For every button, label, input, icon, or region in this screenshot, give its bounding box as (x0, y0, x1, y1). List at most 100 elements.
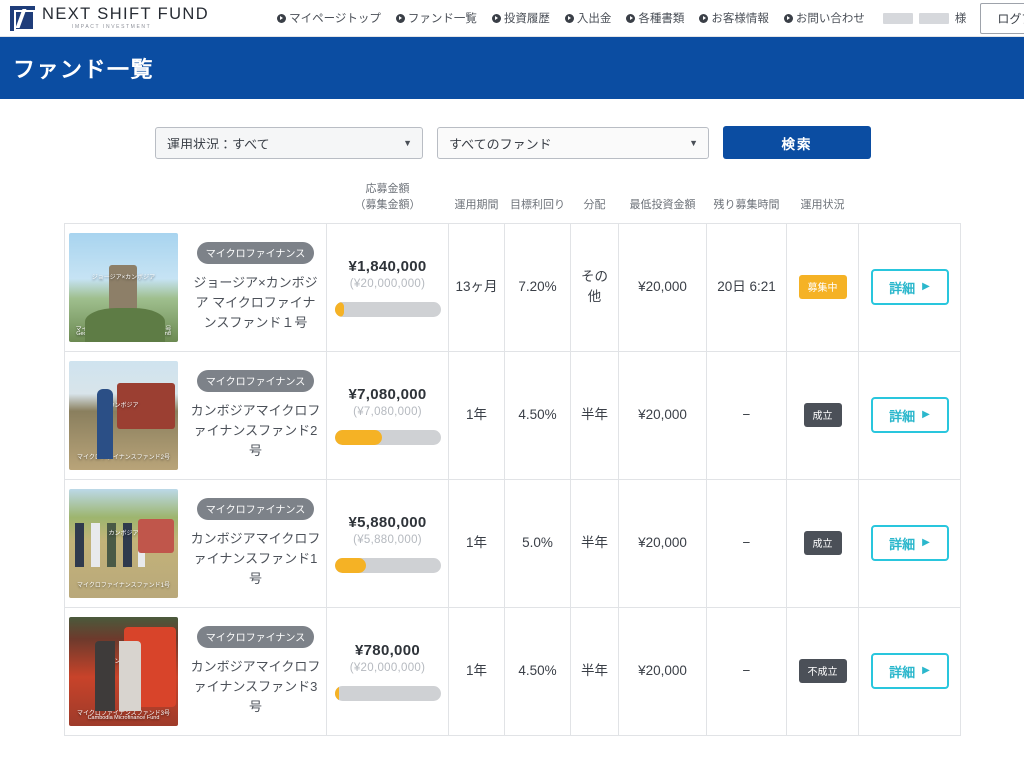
thumb-caption-main: カンボジア (108, 403, 139, 410)
yield-cell: 4.50% (504, 350, 571, 480)
status-filter-select[interactable]: 運用状況：すべて (155, 126, 423, 159)
nav-item-contact[interactable]: お問い合わせ (783, 10, 865, 26)
min-invest-cell: ¥20,000 (618, 478, 707, 608)
fund-info-cell: ジョージア×カンボジア マイクロファイナンスファンド１号 Georgia×Cam… (64, 222, 327, 352)
logo-wordmark: NEXT SHIFT FUND (42, 4, 210, 23)
site-logo[interactable]: NEXT SHIFT FUND IMPACT INVESTMENT (10, 4, 210, 31)
nav-item-documents[interactable]: 各種書類 (626, 10, 684, 26)
nav-item-mypage-top[interactable]: マイページトップ (277, 10, 381, 26)
nav-label: お客様情報 (711, 13, 769, 25)
detail-label: 詳細 (889, 408, 916, 424)
period-cell: 13ヶ月 (448, 222, 505, 352)
distribution-cell: その他 (570, 222, 619, 352)
detail-label: 詳細 (889, 664, 916, 680)
nav-item-deposit-withdraw[interactable]: 入出金 (564, 10, 612, 26)
nav-label: 投資履歴 (503, 13, 550, 25)
detail-button[interactable]: 詳細 ▶ (870, 525, 949, 562)
min-invest-cell: ¥20,000 (618, 222, 707, 352)
col-header-status: 運用状況 (800, 198, 845, 211)
fund-info-cell: カンボジア マイクロファイナンスファンド2号 マイクロファイナンス カンボジアマ… (64, 350, 327, 480)
action-cell: 詳細 ▶ (858, 222, 961, 352)
period-cell: 1年 (448, 478, 505, 608)
redacted-givenname (918, 12, 949, 24)
detail-button[interactable]: 詳細 ▶ (870, 653, 949, 690)
page-title-banner: ファンド一覧 (0, 36, 1024, 99)
status-badge: 成立 (803, 403, 842, 428)
logout-button[interactable]: ログアウト (980, 2, 1024, 34)
funding-progress-bar (334, 557, 441, 573)
play-arrow-icon: ▶ (922, 281, 930, 293)
detail-button[interactable]: 詳細 ▶ (870, 269, 949, 306)
time-left-cell: 20日 6:21 (706, 222, 787, 352)
nav-label: 各種書類 (638, 13, 685, 25)
fund-info-cell: カンボジア マイクロファイナンスファンド1号 マイクロファイナンス カンボジアマ… (64, 478, 327, 608)
site-header: NEXT SHIFT FUND IMPACT INVESTMENT マイページト… (0, 0, 1024, 36)
page-title: ファンド一覧 (13, 57, 155, 82)
status-badge: 不成立 (798, 659, 847, 684)
search-button[interactable]: 検索 (723, 126, 871, 159)
logo-tagline: IMPACT INVESTMENT (72, 24, 152, 31)
nav-item-customer-info[interactable]: お客様情報 (699, 10, 769, 26)
fund-table-body: ジョージア×カンボジア マイクロファイナンスファンド１号 Georgia×Cam… (64, 222, 961, 736)
fund-thumbnail: カンボジア マイクロファイナンスファンド3号 Cambodia Microfin… (69, 616, 178, 726)
raised-amount: ¥5,880,000 (348, 513, 427, 531)
thumb-caption-main: ジョージア×カンボジア (91, 275, 156, 282)
nav-label: ファンド一覧 (407, 13, 477, 25)
category-badge: マイクロファイナンス (196, 369, 315, 392)
fund-name[interactable]: カンボジアマイクロファイナンスファンド2号 (189, 401, 322, 461)
yield-cell: 7.20% (504, 222, 571, 352)
fund-filter-select[interactable]: すべてのファンド (437, 126, 709, 159)
category-badge: マイクロファイナンス (196, 625, 315, 648)
funding-progress-bar (334, 429, 441, 445)
amount-cell: ¥5,880,000 (¥5,880,000) (326, 478, 449, 608)
play-bullet-icon (491, 13, 501, 23)
col-header-distribution: 分配 (583, 198, 606, 211)
play-arrow-icon: ▶ (922, 537, 930, 549)
thumb-caption-en: Georgia×Cambodia Microfinance Fund (76, 331, 171, 338)
play-bullet-icon (564, 13, 574, 23)
fund-name[interactable]: カンボジアマイクロファイナンスファンド3号 (189, 657, 322, 717)
time-left-cell: − (706, 606, 787, 736)
play-bullet-icon (277, 13, 287, 23)
nav-item-fund-list[interactable]: ファンド一覧 (395, 10, 477, 26)
target-amount: (¥20,000,000) (349, 661, 426, 674)
fund-info-cell: カンボジア マイクロファイナンスファンド3号 Cambodia Microfin… (64, 606, 327, 736)
target-amount: (¥5,880,000) (353, 533, 422, 546)
min-invest-cell: ¥20,000 (618, 606, 707, 736)
yield-cell: 4.50% (504, 606, 571, 736)
redacted-surname (882, 12, 913, 24)
nav-label: 入出金 (576, 13, 612, 25)
status-badge: 募集中 (798, 275, 847, 300)
col-header-amount-line1: 応募金額 (365, 183, 410, 195)
detail-label: 詳細 (889, 280, 916, 296)
status-filter-wrap: 運用状況：すべて ▼ (155, 126, 423, 159)
col-header-min-invest: 最低投資金額 (629, 198, 696, 211)
thumb-caption-sub: マイクロファイナンスファンド2号 (77, 454, 170, 461)
amount-cell: ¥780,000 (¥20,000,000) (326, 606, 449, 736)
fund-name[interactable]: カンボジアマイクロファイナンスファンド1号 (189, 529, 322, 589)
fund-thumbnail: カンボジア マイクロファイナンスファンド1号 (69, 488, 178, 598)
table-row: カンボジア マイクロファイナンスファンド2号 マイクロファイナンス カンボジアマ… (64, 350, 961, 480)
funding-progress-bar (334, 685, 441, 701)
main-nav: マイページトップ ファンド一覧 投資履歴 入出金 各種書類 お客様情報 お問い合… (277, 10, 865, 26)
detail-button[interactable]: 詳細 ▶ (870, 397, 949, 434)
fund-name[interactable]: ジョージア×カンボジア マイクロファイナンスファンド１号 (189, 273, 322, 333)
min-invest-cell: ¥20,000 (618, 350, 707, 480)
distribution-cell: 半年 (570, 606, 619, 736)
target-amount: (¥20,000,000) (349, 277, 426, 290)
period-cell: 1年 (448, 350, 505, 480)
status-cell: 成立 (786, 350, 859, 480)
action-cell: 詳細 ▶ (858, 350, 961, 480)
nav-item-investment-history[interactable]: 投資履歴 (491, 10, 550, 26)
col-header-period: 運用期間 (454, 198, 499, 211)
fund-thumbnail: ジョージア×カンボジア マイクロファイナンスファンド１号 Georgia×Cam… (69, 232, 178, 342)
detail-label: 詳細 (889, 536, 916, 552)
status-cell: 募集中 (786, 222, 859, 352)
col-header-action (859, 181, 961, 223)
table-header-row: 応募金額 （募集金額） 運用期間 目標利回り 分配 最低投資金額 残り募集時間 … (65, 181, 961, 223)
period-cell: 1年 (448, 606, 505, 736)
fund-table-wrapper: 応募金額 （募集金額） 運用期間 目標利回り 分配 最低投資金額 残り募集時間 … (0, 181, 1024, 736)
thumb-caption-main: カンボジア (108, 531, 139, 538)
status-badge: 成立 (803, 531, 842, 556)
status-cell: 成立 (786, 478, 859, 608)
